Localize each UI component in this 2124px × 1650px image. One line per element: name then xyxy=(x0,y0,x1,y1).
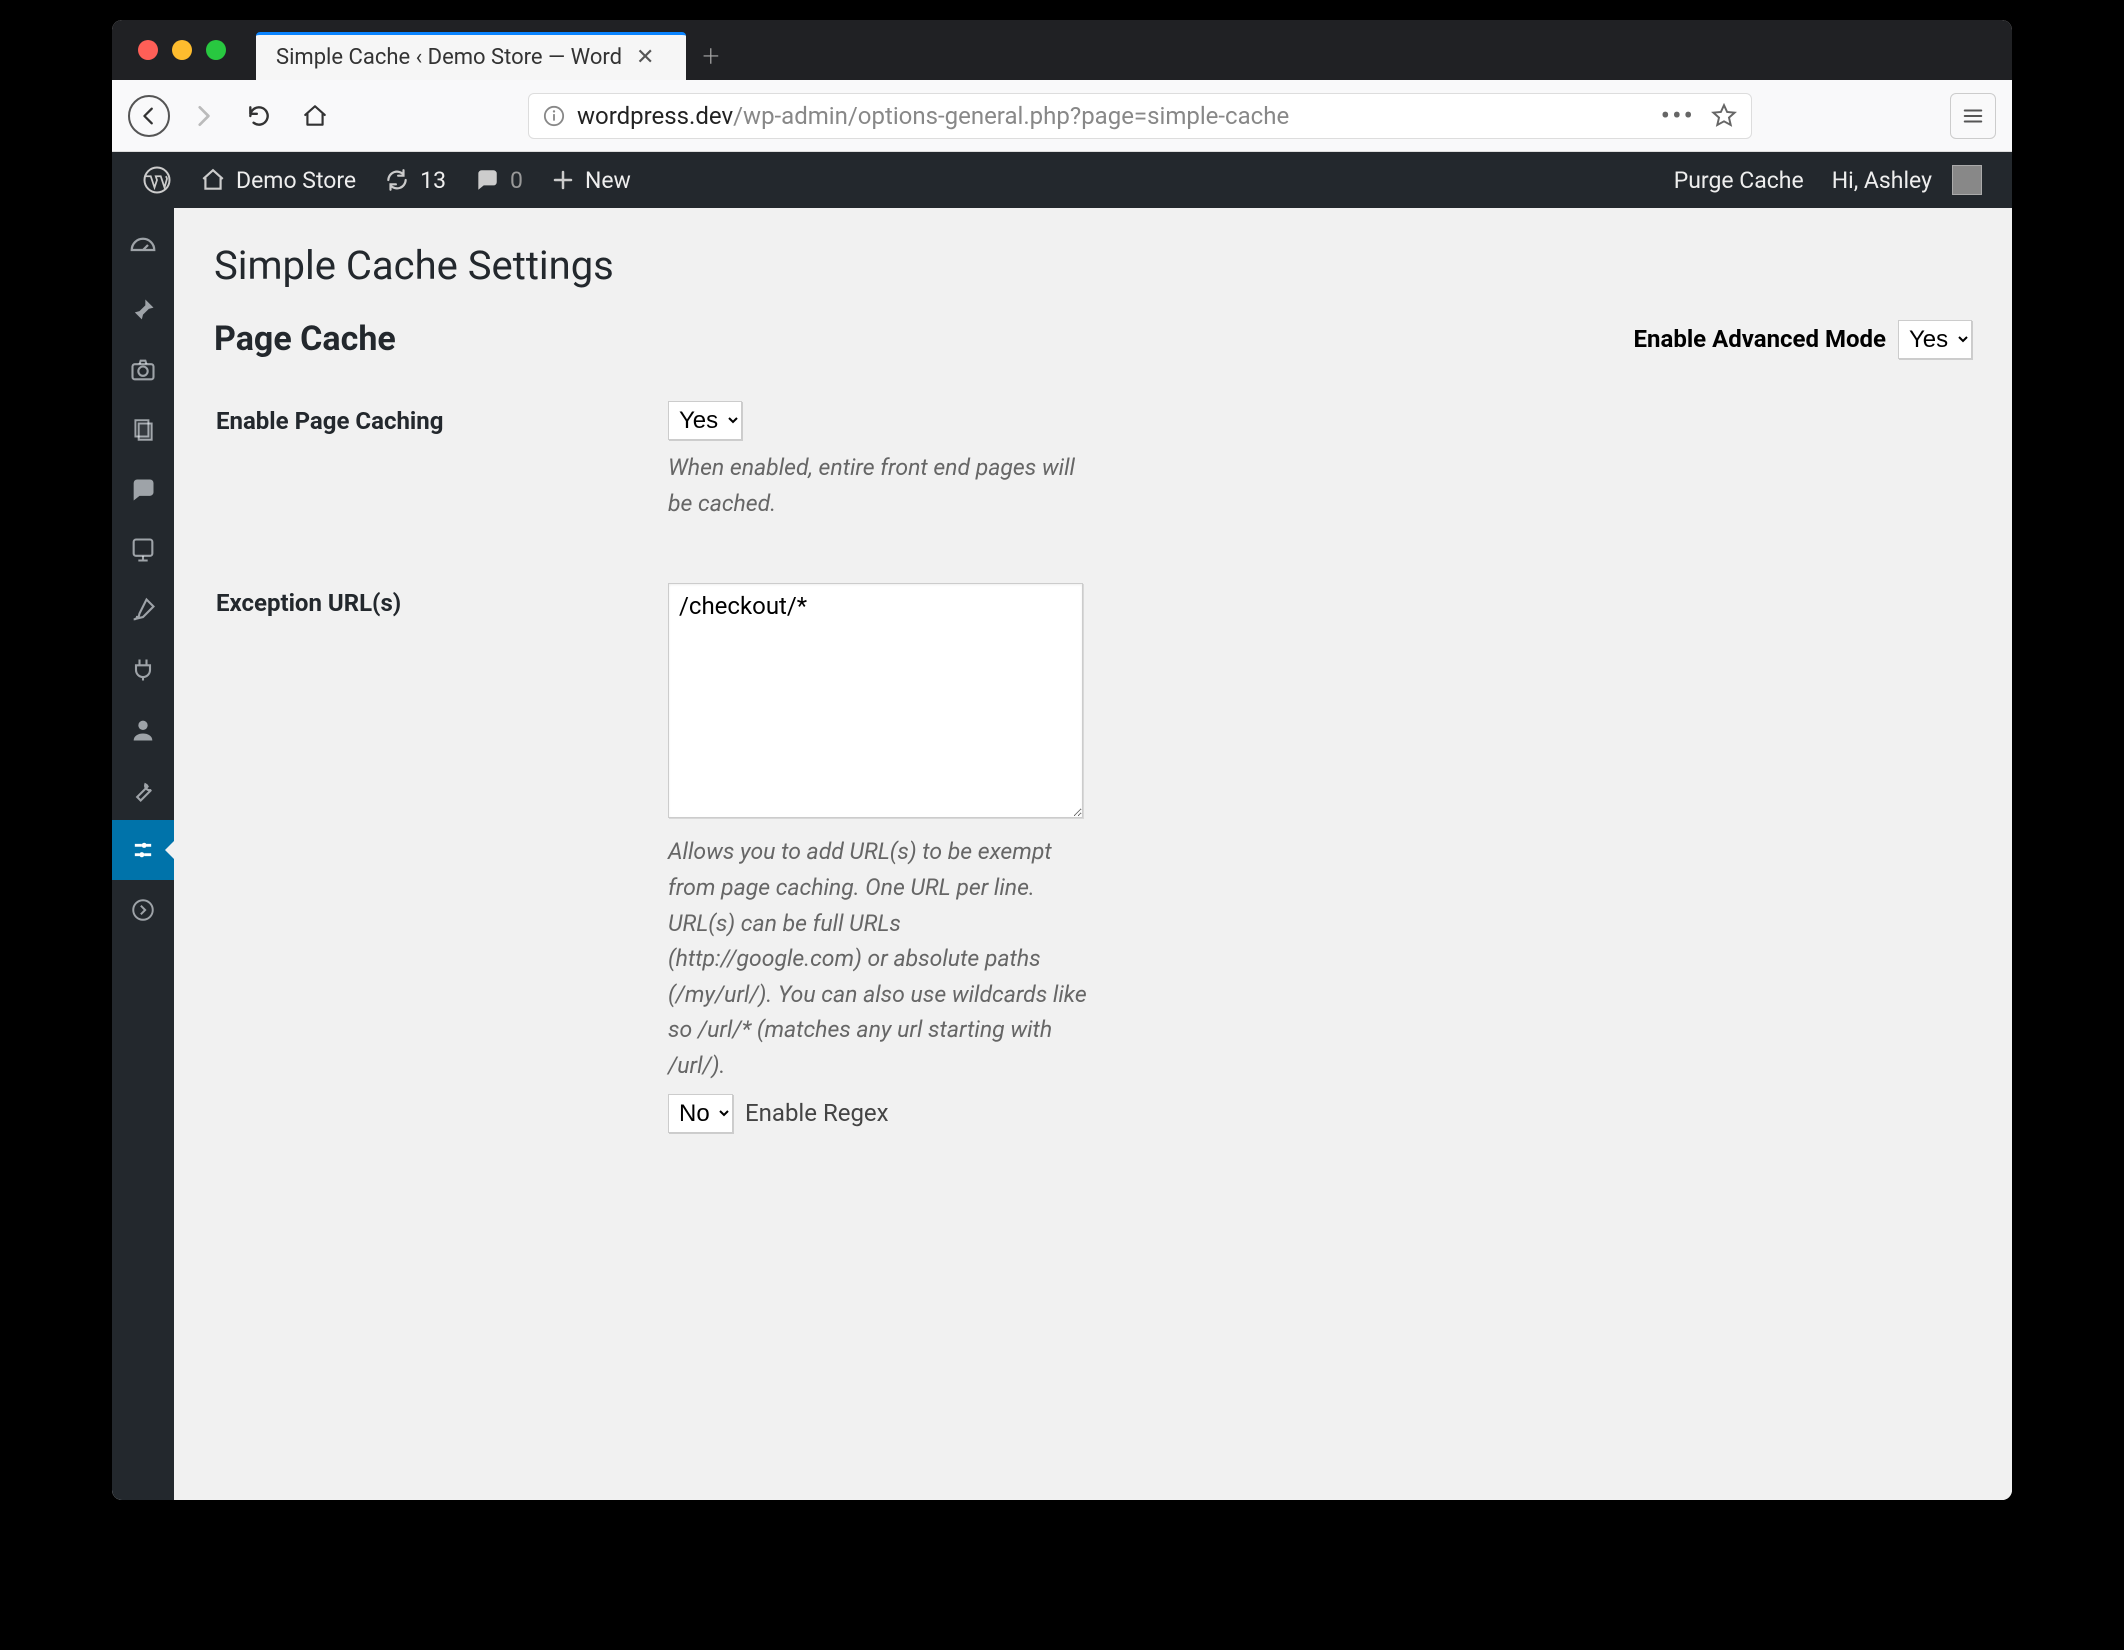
exception-urls-label: Exception URL(s) xyxy=(216,553,656,1162)
new-content-link[interactable]: New xyxy=(537,152,645,208)
wp-body: Simple Cache Settings Page Cache Enable … xyxy=(112,208,2012,1500)
home-icon xyxy=(302,103,328,129)
menu-collapse[interactable] xyxy=(112,880,174,940)
menu-appearance[interactable] xyxy=(112,580,174,640)
purge-cache-label: Purge Cache xyxy=(1674,167,1804,194)
dashboard-icon xyxy=(128,235,158,265)
close-tab-icon[interactable]: ✕ xyxy=(636,45,654,70)
url-input[interactable]: wordpress.dev/wp-admin/options-general.p… xyxy=(528,93,1752,139)
menu-dashboard[interactable] xyxy=(112,220,174,280)
home-button[interactable] xyxy=(292,93,338,139)
enable-caching-description: When enabled, entire front end pages wil… xyxy=(668,450,1088,521)
settings-form-table: Enable Page Caching Yes When enabled, en… xyxy=(214,369,1972,1165)
enable-regex-select[interactable]: No xyxy=(668,1094,733,1133)
wp-logo-menu[interactable] xyxy=(128,152,186,208)
greeting-text: Hi, Ashley xyxy=(1832,167,1932,194)
my-account-link[interactable]: Hi, Ashley xyxy=(1818,165,1996,195)
camera-icon xyxy=(129,356,157,384)
site-name-link[interactable]: Demo Store xyxy=(186,152,370,208)
site-name: Demo Store xyxy=(236,167,356,194)
menu-feedback[interactable] xyxy=(112,520,174,580)
page-actions-icon[interactable]: ••• xyxy=(1661,99,1695,132)
wordpress-icon xyxy=(142,165,172,195)
enable-caching-select[interactable]: Yes xyxy=(668,401,742,440)
minimize-window-button[interactable] xyxy=(172,40,192,60)
user-icon xyxy=(129,716,157,744)
maximize-window-button[interactable] xyxy=(206,40,226,60)
back-button[interactable] xyxy=(128,95,170,137)
new-tab-button[interactable]: + xyxy=(686,32,736,80)
menu-media[interactable] xyxy=(112,340,174,400)
window-controls xyxy=(138,40,226,60)
enable-caching-label: Enable Page Caching xyxy=(216,371,656,551)
pages-icon xyxy=(130,417,156,443)
brush-icon xyxy=(129,596,157,624)
exception-urls-textarea[interactable] xyxy=(668,583,1083,818)
forward-button[interactable] xyxy=(180,93,226,139)
wp-admin-bar: Demo Store 13 0 New Purge Cache Hi, Ashl… xyxy=(112,152,2012,208)
new-label: New xyxy=(585,167,631,194)
plug-icon xyxy=(129,656,157,684)
hamburger-icon xyxy=(1962,105,1984,127)
arrow-right-icon xyxy=(190,103,216,129)
updates-link[interactable]: 13 xyxy=(370,152,460,208)
comments-count: 0 xyxy=(510,167,523,194)
page-title: Simple Cache Settings xyxy=(214,242,1972,289)
comment-icon xyxy=(129,476,157,504)
plus-icon xyxy=(551,168,575,192)
browser-menu-button[interactable] xyxy=(1950,93,1996,139)
arrow-left-icon xyxy=(138,105,160,127)
close-window-button[interactable] xyxy=(138,40,158,60)
tab-title: Simple Cache ‹ Demo Store — Word xyxy=(276,45,622,70)
reload-icon xyxy=(246,103,272,129)
browser-tab[interactable]: Simple Cache ‹ Demo Store — Word ✕ xyxy=(256,32,686,80)
updates-count: 13 xyxy=(420,167,446,194)
url-text: wordpress.dev/wp-admin/options-general.p… xyxy=(577,102,1289,130)
update-icon xyxy=(384,167,410,193)
reload-button[interactable] xyxy=(236,93,282,139)
admin-menu-collapsed xyxy=(112,208,174,1500)
feedback-icon xyxy=(129,536,157,564)
bookmark-star-icon[interactable] xyxy=(1711,103,1737,129)
menu-users[interactable] xyxy=(112,700,174,760)
avatar xyxy=(1952,165,1982,195)
collapse-icon xyxy=(130,897,156,923)
menu-plugins[interactable] xyxy=(112,640,174,700)
comments-link[interactable]: 0 xyxy=(460,152,537,208)
info-icon xyxy=(543,105,565,127)
menu-settings[interactable] xyxy=(112,820,174,880)
menu-posts[interactable] xyxy=(112,280,174,340)
menu-comments[interactable] xyxy=(112,460,174,520)
settings-content: Simple Cache Settings Page Cache Enable … xyxy=(174,208,2012,1500)
exception-urls-description: Allows you to add URL(s) to be exempt fr… xyxy=(668,834,1088,1083)
browser-tab-bar: Simple Cache ‹ Demo Store — Word ✕ + xyxy=(112,20,2012,80)
advanced-mode-label: Enable Advanced Mode xyxy=(1634,325,1886,353)
wrench-icon xyxy=(129,776,157,804)
purge-cache-link[interactable]: Purge Cache xyxy=(1660,167,1818,194)
browser-toolbar: wordpress.dev/wp-admin/options-general.p… xyxy=(112,80,2012,152)
comment-icon xyxy=(474,167,500,193)
home-icon xyxy=(200,167,226,193)
advanced-mode-select[interactable]: Yes xyxy=(1898,320,1972,359)
pin-icon xyxy=(129,296,157,324)
sliders-icon xyxy=(129,836,157,864)
enable-regex-label: Enable Regex xyxy=(745,1099,889,1127)
menu-tools[interactable] xyxy=(112,760,174,820)
section-heading: Page Cache xyxy=(214,319,396,359)
menu-pages[interactable] xyxy=(112,400,174,460)
browser-window: Simple Cache ‹ Demo Store — Word ✕ + wor… xyxy=(112,20,2012,1500)
